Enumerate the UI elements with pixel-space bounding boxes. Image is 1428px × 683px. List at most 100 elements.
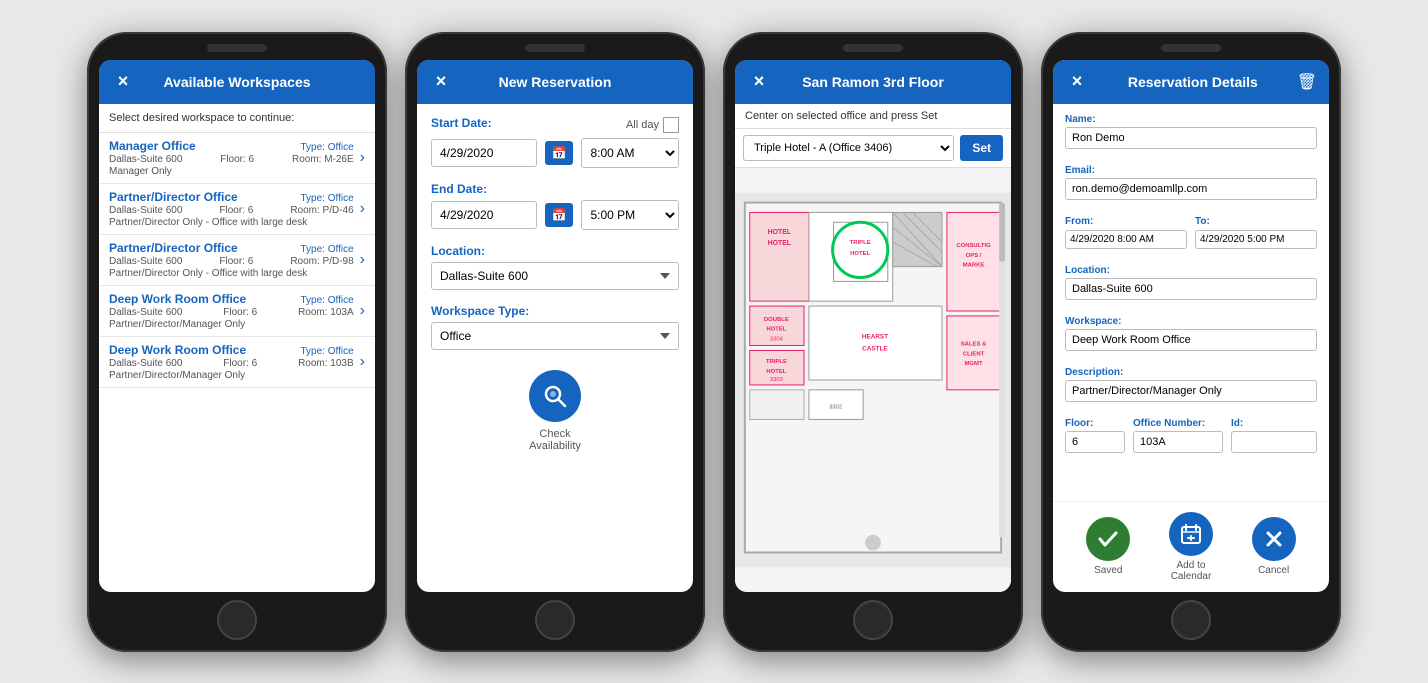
cancel-btn[interactable]: Cancel (1252, 517, 1296, 576)
email-input[interactable] (1065, 178, 1317, 200)
start-date-input[interactable] (431, 139, 537, 167)
phone-2-home-btn[interactable] (535, 600, 575, 640)
end-time-select[interactable]: 5:00 PM (581, 200, 679, 230)
phone-1-screen: × Available Workspaces Select desired wo… (99, 60, 375, 592)
phone-1: × Available Workspaces Select desired wo… (87, 32, 387, 652)
phone-3-speaker (843, 44, 903, 52)
floor-col: Floor: (1065, 418, 1125, 461)
office-num-col: Office Number: (1133, 418, 1223, 461)
from-col: From: (1065, 216, 1187, 257)
to-input[interactable] (1195, 230, 1317, 249)
id-input[interactable] (1231, 431, 1317, 453)
workspace-name: Partner/Director Office (109, 241, 238, 255)
svg-text:OPS /: OPS / (966, 252, 982, 258)
workspace-list-item[interactable]: Partner/Director Office Type: Office Dal… (99, 235, 375, 286)
workspace-floor: Floor: 6 (223, 358, 257, 369)
phone-2-header: × New Reservation (417, 60, 693, 104)
end-date-input[interactable] (431, 201, 537, 229)
workspace-name: Deep Work Room Office (109, 343, 246, 357)
workspace-item-content: Deep Work Room Office Type: Office Dalla… (109, 343, 354, 381)
floor-office-group: Floor: Office Number: Id: (1065, 418, 1317, 461)
workspace-name: Manager Office (109, 139, 196, 153)
floorplan-area: HOTEL HOTEL TRIPLE HOTEL (735, 168, 1011, 592)
workspace-header-row: Deep Work Room Office Type: Office (109, 292, 354, 306)
workspace-name: Deep Work Room Office (109, 292, 246, 306)
end-date-group: End Date: 📅 5:00 PM (431, 182, 679, 230)
chevron-right-icon: › (360, 353, 365, 371)
svg-text:CONSULTIG: CONSULTIG (956, 242, 991, 248)
svg-text:TRIPLE: TRIPLE (766, 359, 787, 365)
workspace-header-row: Deep Work Room Office Type: Office (109, 343, 354, 357)
workspace-type: Type: Office (300, 244, 353, 255)
workspace-list-item[interactable]: Partner/Director Office Type: Office Dal… (99, 184, 375, 235)
allday-checkbox[interactable] (663, 117, 679, 133)
svg-text:3303: 3303 (770, 376, 784, 382)
workspace-note: Partner/Director/Manager Only (109, 319, 354, 330)
floor-input[interactable] (1065, 431, 1125, 453)
saved-btn[interactable]: Saved (1086, 517, 1130, 576)
floorplan-dropdown-row: Triple Hotel - A (Office 3406) Set (735, 129, 1011, 168)
phone-3-header: × San Ramon 3rd Floor (735, 60, 1011, 104)
start-date-calendar-btn[interactable]: 📅 (545, 141, 574, 165)
chevron-right-icon: › (360, 149, 365, 167)
from-input[interactable] (1065, 230, 1187, 249)
office-num-input[interactable] (1133, 431, 1223, 453)
workspace-detail-input[interactable] (1065, 329, 1317, 351)
end-date-calendar-btn[interactable]: 📅 (545, 203, 574, 227)
phones-container: × Available Workspaces Select desired wo… (87, 32, 1341, 652)
set-button[interactable]: Set (960, 135, 1003, 161)
location-detail-label: Location: (1065, 265, 1317, 276)
phone-2-title: New Reservation (453, 74, 657, 90)
email-group: Email: (1065, 165, 1317, 208)
cancel-label: Cancel (1258, 565, 1289, 576)
office-num-label: Office Number: (1133, 418, 1223, 429)
svg-text:HOTEL: HOTEL (766, 326, 786, 332)
close-icon-3[interactable]: × (747, 71, 771, 92)
location-select[interactable]: Dallas-Suite 600 (431, 262, 679, 290)
svg-text:HOTEL: HOTEL (850, 250, 870, 256)
add-calendar-btn[interactable]: Add toCalendar (1169, 512, 1213, 582)
workspace-list-item[interactable]: Deep Work Room Office Type: Office Dalla… (99, 286, 375, 337)
workspace-location: Dallas-Suite 600 (109, 307, 182, 318)
workspace-location: Dallas-Suite 600 (109, 358, 182, 369)
workspace-info-row: Dallas-Suite 600 Floor: 6 Room: P/D-98 (109, 256, 354, 267)
workspace-detail-label: Workspace: (1065, 316, 1317, 327)
floorplan-office-select[interactable]: Triple Hotel - A (Office 3406) (743, 135, 954, 161)
phone-3-home-btn[interactable] (853, 600, 893, 640)
floor-label: Floor: (1065, 418, 1125, 429)
workspace-type-select[interactable]: Office (431, 322, 679, 350)
workspace-item-content: Partner/Director Office Type: Office Dal… (109, 241, 354, 279)
close-icon[interactable]: × (111, 71, 135, 92)
datetime-row: From: To: (1065, 216, 1317, 257)
workspace-room: Room: P/D-98 (290, 256, 353, 267)
workspace-item-content: Deep Work Room Office Type: Office Dalla… (109, 292, 354, 330)
location-detail-input[interactable] (1065, 278, 1317, 300)
id-col: Id: (1231, 418, 1317, 461)
svg-text:DOUBLE: DOUBLE (764, 316, 789, 322)
name-input[interactable] (1065, 127, 1317, 149)
start-time-select[interactable]: 8:00 AM (581, 138, 679, 168)
name-group: Name: (1065, 114, 1317, 157)
start-date-group: Start Date: All day 📅 8:00 AM (431, 116, 679, 168)
phone-2: × New Reservation Start Date: All day (405, 32, 705, 652)
workspace-info-row: Dallas-Suite 600 Floor: 6 Room: 103A (109, 307, 354, 318)
close-icon-2[interactable]: × (429, 71, 453, 92)
phone-4-header: × Reservation Details 🗑 (1053, 60, 1329, 104)
trash-icon[interactable]: 🗑 (1297, 72, 1317, 92)
reservation-form: Start Date: All day 📅 8:00 AM (417, 104, 693, 592)
workspace-list-item[interactable]: Manager Office Type: Office Dallas-Suite… (99, 133, 375, 184)
chevron-right-icon: › (360, 251, 365, 269)
phone-1-home-btn[interactable] (217, 600, 257, 640)
location-label: Location: (431, 244, 679, 258)
desc-input[interactable] (1065, 380, 1317, 402)
workspace-room: Room: 103B (298, 358, 354, 369)
workspace-floor: Floor: 6 (219, 205, 253, 216)
svg-text:MGMT: MGMT (965, 361, 983, 367)
phone-4-speaker (1161, 44, 1221, 52)
floorplan-hint: Center on selected office and press Set (735, 104, 1011, 129)
workspace-list-item[interactable]: Deep Work Room Office Type: Office Dalla… (99, 337, 375, 388)
check-availability-btn[interactable] (529, 370, 581, 422)
close-icon-4[interactable]: × (1065, 71, 1089, 92)
phone-4-home-btn[interactable] (1171, 600, 1211, 640)
workspace-header-row: Partner/Director Office Type: Office (109, 190, 354, 204)
